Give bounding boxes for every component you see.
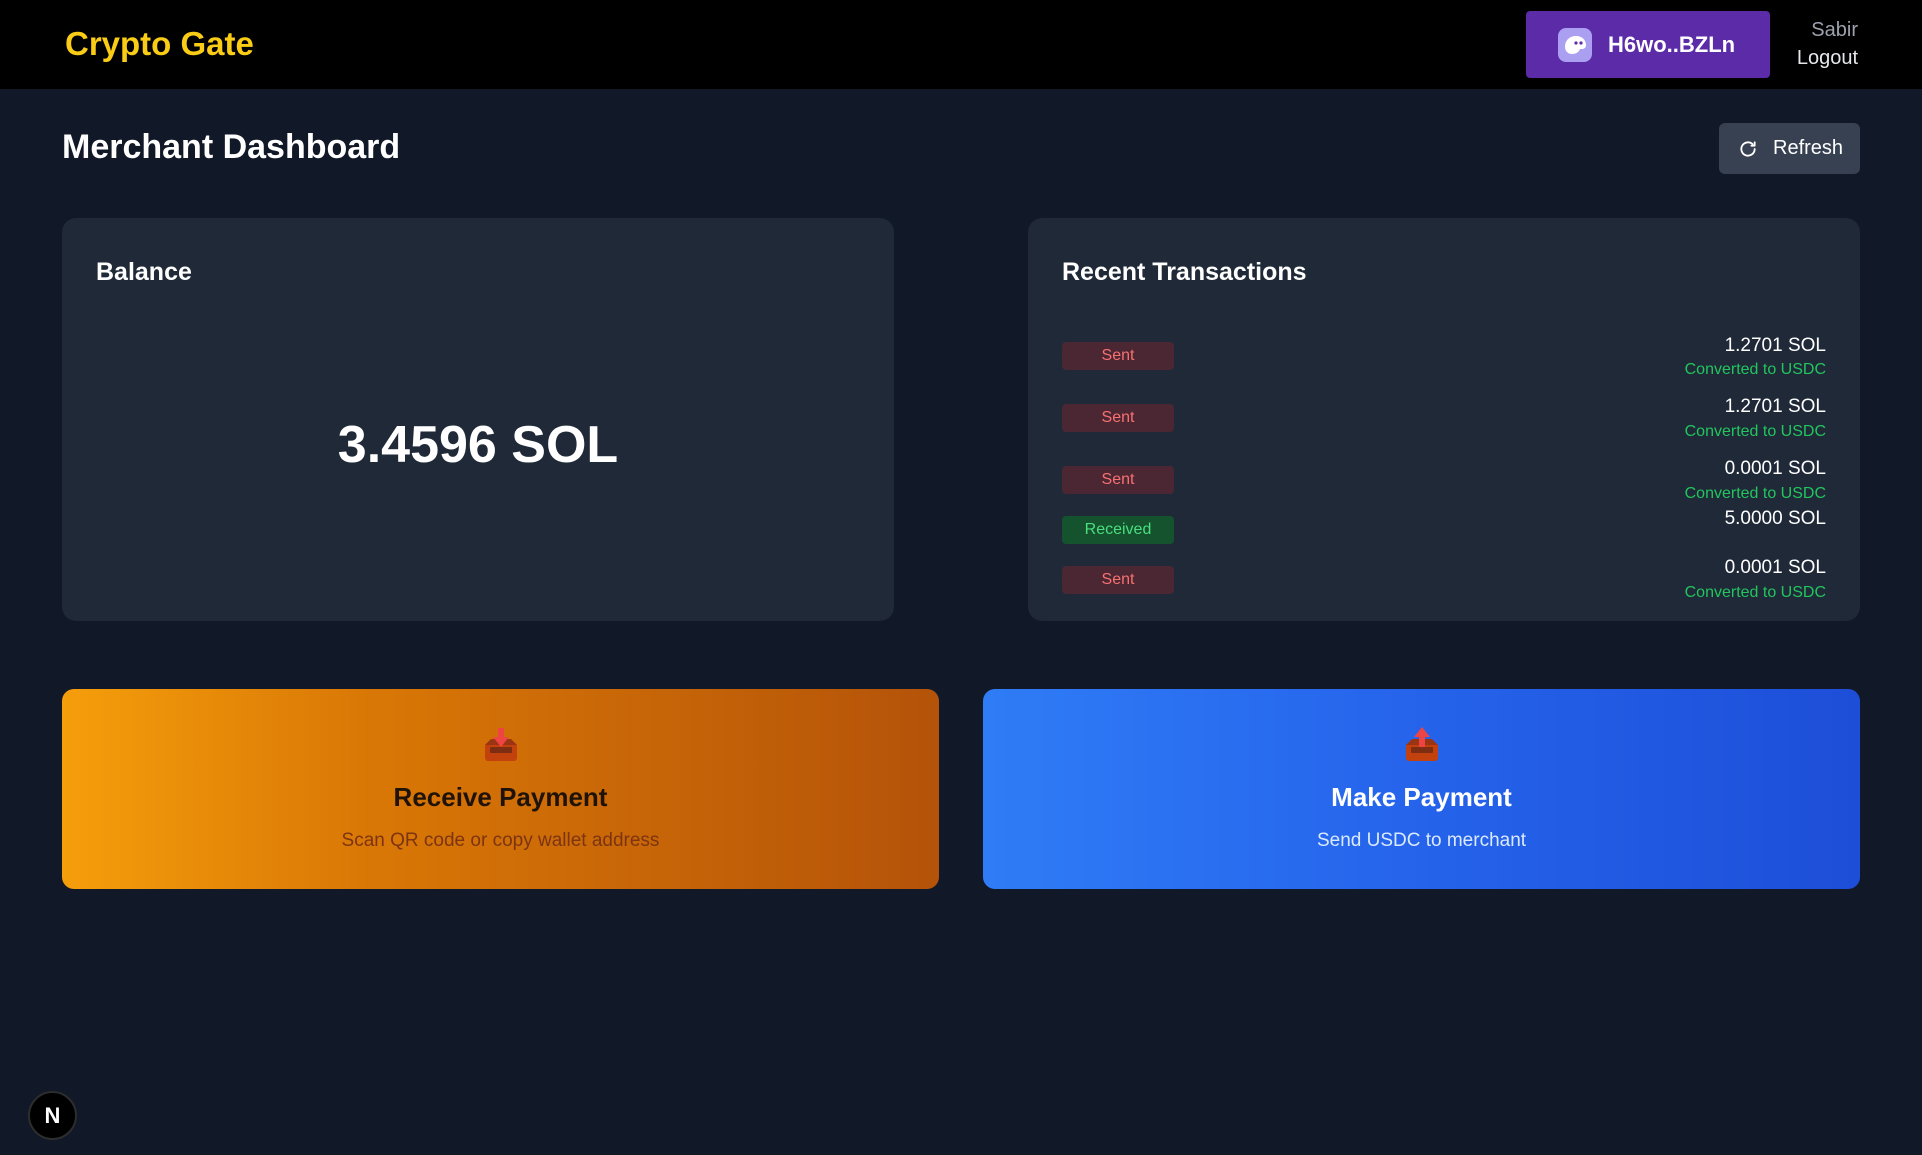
make-payment-title: Make Payment [1331, 782, 1512, 812]
top-bar: Crypto Gate H6wo..BZLn Sabir Logout [0, 0, 1922, 89]
recent-transactions-title: Recent Transactions [1062, 258, 1307, 286]
refresh-icon [1737, 138, 1759, 160]
recent-transactions-card: Recent Transactions Sent 1.2701 SOL Conv… [1028, 218, 1860, 621]
transaction-row[interactable]: Sent 1.2701 SOL Converted to USDC [1062, 380, 1826, 442]
transaction-type-badge: Sent [1062, 566, 1174, 594]
transaction-row[interactable]: Sent 1.2701 SOL Converted to USDC [1062, 318, 1826, 380]
transaction-note: Converted to USDC [1684, 584, 1826, 601]
logout-link[interactable]: Logout [1797, 46, 1858, 70]
transaction-type-badge: Sent [1062, 342, 1174, 370]
transaction-row[interactable]: Received 5.0000 SOL [1062, 492, 1826, 544]
transaction-amount: 0.0001 SOL [1724, 458, 1826, 479]
balance-card: Balance 3.4596 SOL [62, 218, 894, 621]
transaction-type-badge: Received [1062, 516, 1174, 544]
make-payment-button[interactable]: Make Payment Send USDC to merchant [983, 689, 1860, 889]
page-title: Merchant Dashboard [62, 128, 401, 166]
transaction-note: Converted to USDC [1684, 361, 1826, 378]
transaction-type-badge: Sent [1062, 404, 1174, 432]
nextjs-dev-badge[interactable]: N [28, 1091, 77, 1140]
user-name: Sabir [1811, 19, 1858, 41]
wallet-button[interactable]: H6wo..BZLn [1526, 11, 1770, 78]
outbox-tray-icon [1402, 725, 1442, 765]
transaction-row[interactable]: Sent 0.0001 SOL Converted to USDC [1062, 442, 1826, 502]
receive-payment-button[interactable]: Receive Payment Scan QR code or copy wal… [62, 689, 939, 889]
make-payment-subtitle: Send USDC to merchant [1316, 830, 1527, 851]
brand-logo[interactable]: Crypto Gate [65, 22, 254, 66]
transaction-type-badge: Sent [1062, 466, 1174, 494]
phantom-wallet-icon [1558, 27, 1592, 62]
transaction-row[interactable]: Sent 0.0001 SOL Converted to USDC [1062, 542, 1826, 604]
receive-payment-subtitle: Scan QR code or copy wallet address [341, 830, 660, 851]
refresh-label: Refresh [1773, 137, 1844, 159]
transaction-amount: 5.0000 SOL [1724, 508, 1826, 529]
inbox-tray-icon [481, 725, 521, 765]
receive-payment-title: Receive Payment [393, 782, 608, 812]
wallet-address-label: H6wo..BZLn [1608, 31, 1736, 57]
balance-title: Balance [96, 258, 192, 286]
transaction-amount: 0.0001 SOL [1724, 557, 1826, 578]
nextjs-logo-icon: N [44, 1102, 61, 1128]
transaction-amount: 1.2701 SOL [1724, 335, 1826, 356]
transaction-list: Sent 1.2701 SOL Converted to USDC Sent 1… [1062, 318, 1826, 604]
balance-value: 3.4596 SOL [337, 416, 619, 474]
transaction-amount: 1.2701 SOL [1724, 396, 1826, 417]
transaction-note: Converted to USDC [1684, 423, 1826, 440]
refresh-button[interactable]: Refresh [1719, 123, 1860, 174]
